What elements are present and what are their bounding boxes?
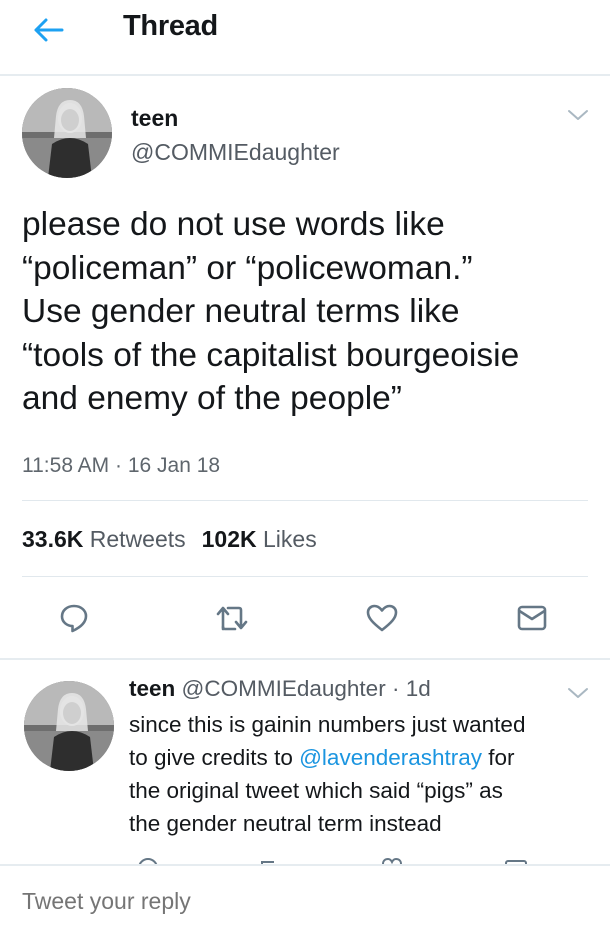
retweet-icon [216, 606, 248, 631]
tweet-text-line: Use gender neutral terms like [22, 293, 460, 330]
author-handle[interactable]: @COMMIEdaughter [131, 139, 340, 166]
tweet-stats: 33.6K Retweets 102K Likes [22, 526, 317, 553]
retweets-stat[interactable]: 33.6K Retweets [22, 526, 186, 553]
reply-text: since this is gainin numbers just wanted… [129, 708, 589, 840]
reply-like-button[interactable] [380, 856, 404, 864]
direct-message-icon [505, 860, 527, 864]
page-title: Thread [123, 10, 218, 42]
reply-menu-button[interactable] [567, 686, 589, 700]
mention-link[interactable]: @lavenderashtray [299, 745, 482, 770]
tweet-timestamp: 11:58 AM · 16 Jan 18 [22, 454, 221, 477]
likes-label: Likes [263, 526, 317, 552]
reply-text-segment: for [482, 745, 515, 770]
retweets-label: Retweets [89, 526, 186, 552]
reply-age: 1d [405, 676, 431, 701]
reply-header: teen @COMMIEdaughter · 1d [129, 676, 431, 702]
reply-button[interactable] [54, 600, 94, 636]
like-button[interactable] [362, 600, 402, 636]
likes-count: 102K [201, 526, 257, 552]
reply-text-line: the gender neutral term instead [129, 811, 442, 836]
reply-reply-button[interactable] [136, 856, 160, 864]
tweet-menu-button[interactable] [567, 108, 589, 122]
tweet-text-line: “policeman” or “policewoman.” [22, 249, 473, 287]
arrow-left-icon [34, 18, 64, 42]
reply-icon [60, 604, 88, 633]
retweets-count: 33.6K [22, 526, 84, 552]
reply-avatar[interactable] [24, 681, 114, 771]
tweet-text-line: and enemy of the people” [22, 380, 402, 417]
heart-icon [366, 604, 398, 632]
app-header: Thread [0, 0, 610, 76]
reply-retweet-button[interactable] [258, 856, 282, 864]
tweet-text-line: “tools of the capitalist bourgeoisie [22, 336, 520, 374]
divider [0, 658, 610, 660]
reply-text-line: to give credits to @lavenderashtray for [129, 741, 589, 774]
divider [22, 500, 588, 501]
likes-stat[interactable]: 102K Likes [202, 526, 317, 553]
reply-dm-button[interactable] [504, 856, 528, 864]
profile-photo-icon [22, 88, 112, 178]
heart-icon [381, 857, 403, 864]
reply-text-line: since this is gainin numbers just wanted [129, 712, 526, 737]
reply-icon [138, 858, 158, 864]
reply-text-segment: to give credits to [129, 745, 300, 770]
back-button[interactable] [28, 12, 68, 48]
avatar[interactable] [22, 88, 112, 178]
direct-message-button[interactable] [512, 600, 552, 636]
divider [22, 576, 588, 577]
chevron-down-icon [568, 688, 588, 698]
reply-display-name[interactable]: teen [129, 676, 175, 701]
retweet-icon [261, 861, 274, 864]
tweet-text-line: please do not use words like [22, 206, 445, 243]
profile-photo-icon [24, 681, 114, 771]
author-display-name[interactable]: teen [131, 105, 178, 132]
retweet-button[interactable] [212, 600, 252, 636]
direct-message-icon [517, 605, 547, 631]
reply-separator: · [385, 676, 406, 701]
reply-input[interactable] [22, 888, 582, 915]
reply-text-line: the original tweet which said “pigs” as [129, 778, 503, 803]
reply-handle[interactable]: @COMMIEdaughter [182, 676, 386, 701]
tweet-text: please do not use words like “policeman”… [22, 203, 597, 421]
chevron-down-icon [568, 110, 588, 120]
